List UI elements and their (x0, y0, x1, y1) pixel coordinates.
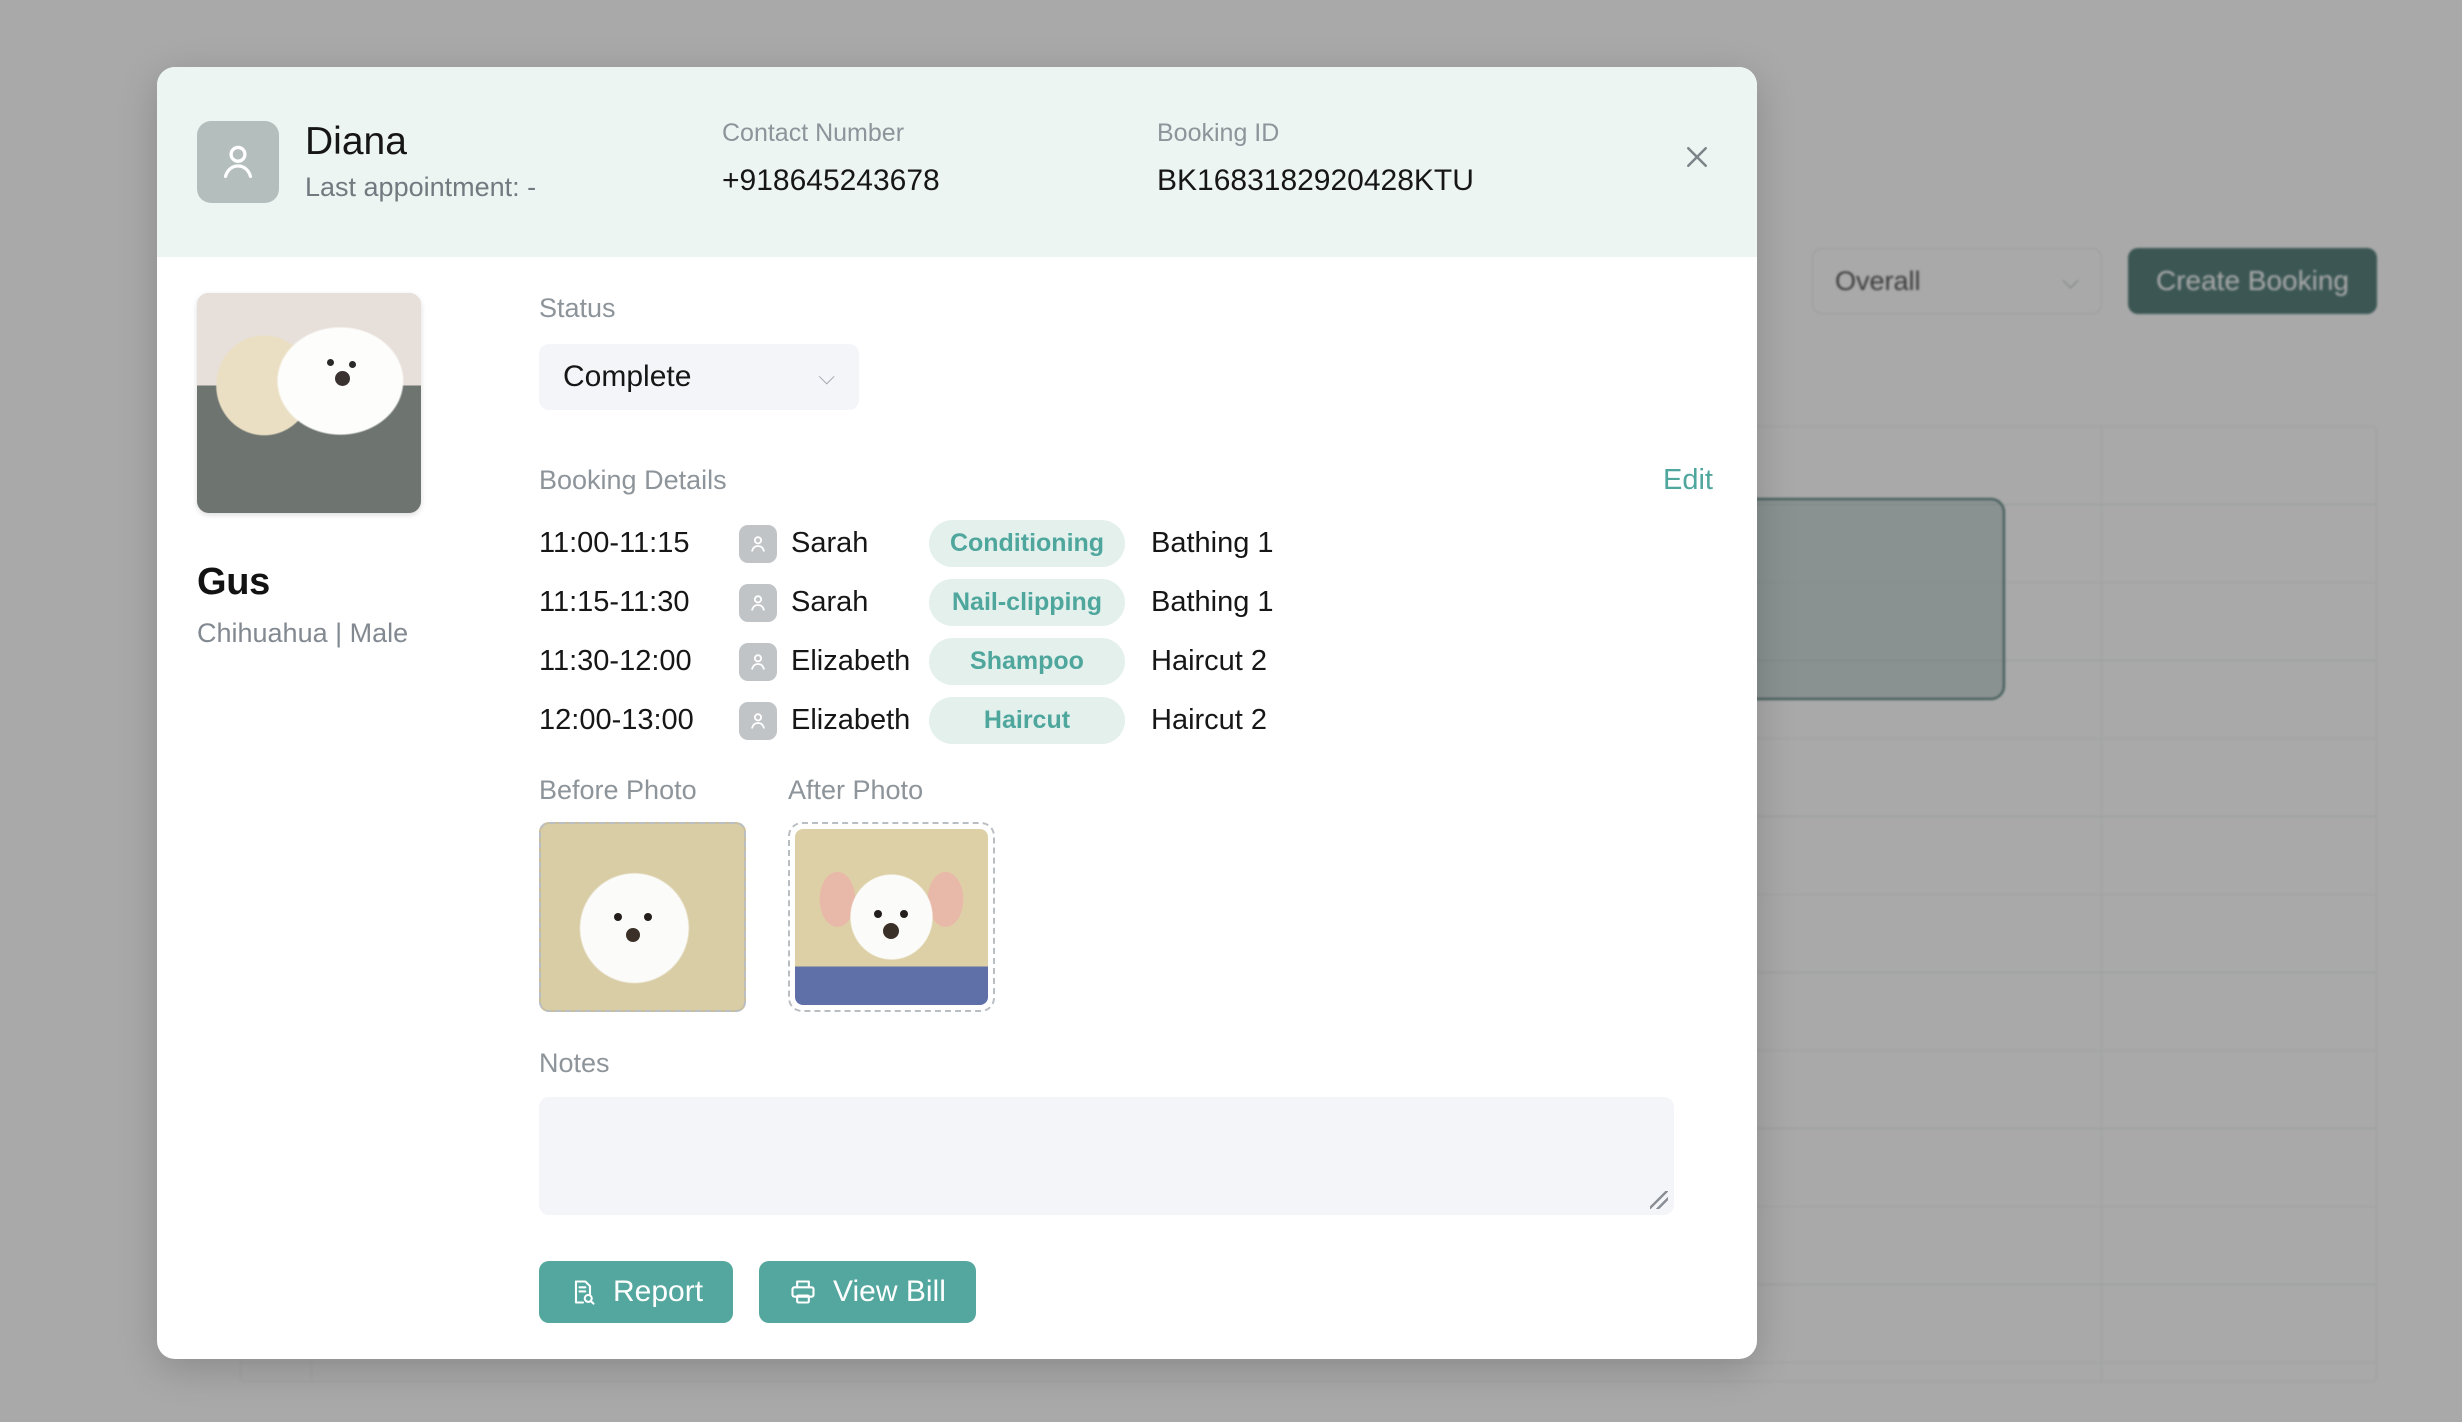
customer-name: Diana (305, 120, 407, 164)
person-icon (739, 642, 777, 681)
before-photo-label: Before Photo (539, 775, 697, 805)
pet-photo[interactable] (197, 293, 421, 513)
pet-column: Gus Chihuahua | Male (157, 293, 421, 1359)
row-staff-name: Sarah (791, 586, 869, 618)
report-button[interactable]: Report (539, 1261, 734, 1323)
table-row: 11:15-11:30 Sarah Nail-clipping Bathing … (539, 579, 1713, 626)
printer-icon (791, 1280, 815, 1304)
contact-number-value: +918645243678 (722, 164, 940, 197)
booking-details-title: Booking Details (539, 465, 727, 495)
last-appointment: Last appointment: - (305, 171, 537, 202)
row-staff: Elizabeth (739, 642, 929, 681)
modal-header: Diana Last appointment: - Contact Number… (157, 67, 1757, 257)
status-select[interactable]: Complete ⌵ (539, 344, 859, 410)
photos-row: Before Photo After Photo (539, 775, 1713, 1012)
before-photo-block: Before Photo (539, 775, 746, 1012)
person-icon (197, 121, 279, 203)
before-photo[interactable] (539, 822, 746, 1012)
status-value: Complete (563, 360, 692, 393)
view-bill-button[interactable]: View Bill (759, 1261, 976, 1323)
pet-name: Gus (197, 561, 271, 603)
detail-column: Status Complete ⌵ Booking Details Edit 1… (417, 293, 1757, 1359)
row-time: 11:00-11:15 (539, 527, 690, 559)
after-photo-label: After Photo (788, 775, 924, 805)
notes-label: Notes (539, 1048, 610, 1078)
person-icon (739, 524, 777, 563)
row-staff: Sarah (739, 524, 929, 563)
row-staff-name: Elizabeth (791, 704, 911, 736)
modal-body: Gus Chihuahua | Male Status Complete ⌵ B… (157, 257, 1757, 1359)
close-button[interactable] (1675, 135, 1719, 179)
after-photo[interactable] (788, 822, 995, 1012)
booking-details-modal: Diana Last appointment: - Contact Number… (157, 67, 1757, 1359)
service-tag: Conditioning (929, 520, 1125, 567)
row-service-cell: Haircut (929, 697, 1125, 744)
table-row: 12:00-13:00 Elizabeth Haircut Haircut 2 (539, 697, 1713, 744)
resize-handle-icon[interactable] (1650, 1191, 1668, 1209)
booking-details-header: Booking Details Edit (539, 464, 1713, 497)
report-label: Report (613, 1275, 704, 1308)
table-row: 11:00-11:15 Sarah Conditioning Bathing 1 (539, 520, 1713, 567)
status-label: Status (539, 293, 616, 323)
contact-number-field: Contact Number +918645243678 (722, 119, 940, 198)
contact-number-label: Contact Number (722, 119, 905, 147)
row-service-cell: Conditioning (929, 520, 1125, 567)
modal-actions: Report View Bill (539, 1261, 1713, 1359)
row-service-cell: Nail-clipping (929, 579, 1125, 626)
row-time: 12:00-13:00 (539, 704, 694, 736)
service-tag: Shampoo (929, 638, 1125, 685)
notes-input[interactable] (539, 1097, 1674, 1215)
booking-id-value: BK1683182920428KTU (1157, 164, 1474, 197)
close-icon (1687, 147, 1707, 167)
booking-id-label: Booking ID (1157, 119, 1280, 147)
booking-id-field: Booking ID BK1683182920428KTU (1157, 119, 1474, 198)
edit-link[interactable]: Edit (1663, 464, 1713, 497)
row-staff: Sarah (739, 583, 929, 622)
row-package: Haircut 2 (1151, 645, 1268, 677)
person-icon (739, 583, 777, 622)
row-time: 11:30-12:00 (539, 645, 692, 677)
booking-details-table: 11:00-11:15 Sarah Conditioning Bathing 1… (539, 520, 1713, 744)
row-package: Bathing 1 (1151, 527, 1274, 559)
chevron-down-icon: ⌵ (818, 364, 835, 389)
row-package: Bathing 1 (1151, 586, 1274, 618)
row-staff-name: Sarah (791, 527, 869, 559)
service-tag: Haircut (929, 697, 1125, 744)
row-package: Haircut 2 (1151, 704, 1268, 736)
row-time: 11:15-11:30 (539, 586, 690, 618)
service-tag: Nail-clipping (929, 579, 1125, 626)
after-photo-block: After Photo (788, 775, 995, 1012)
row-service-cell: Shampoo (929, 638, 1125, 685)
person-icon (739, 701, 777, 740)
customer-block: Diana Last appointment: - (305, 121, 536, 202)
pet-meta: Chihuahua | Male (197, 618, 409, 648)
row-staff: Elizabeth (739, 701, 929, 740)
document-search-icon (574, 1280, 595, 1305)
table-row: 11:30-12:00 Elizabeth Shampoo Haircut 2 (539, 638, 1713, 685)
row-staff-name: Elizabeth (791, 645, 911, 677)
view-bill-label: View Bill (833, 1275, 946, 1308)
